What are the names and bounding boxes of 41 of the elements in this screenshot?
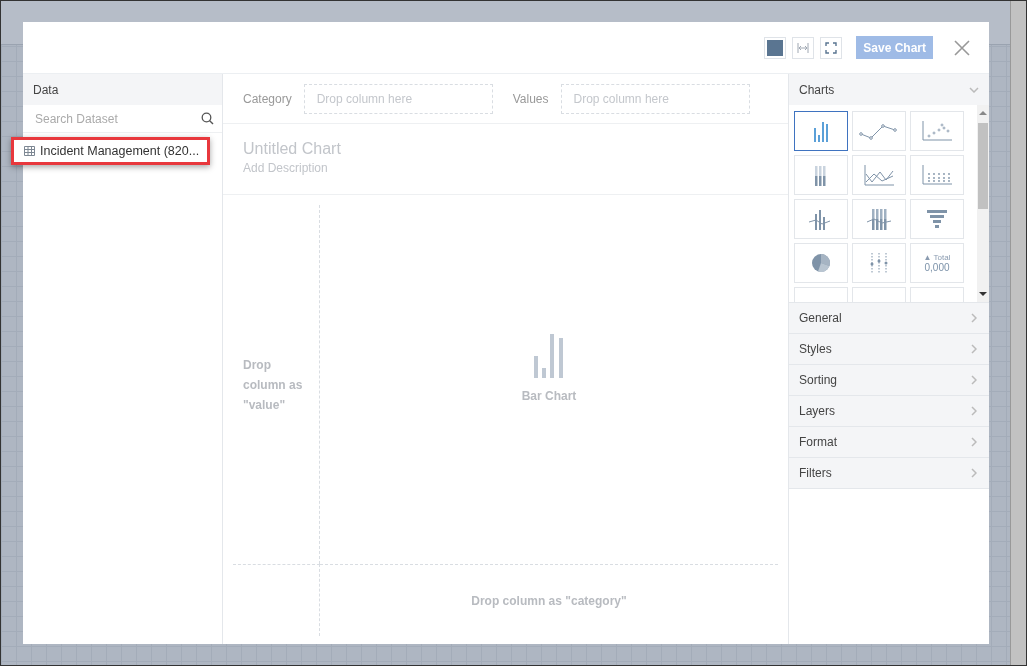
page-scrollbar[interactable] <box>1010 1 1026 665</box>
settings-section[interactable]: Format <box>789 427 989 458</box>
search-field[interactable]: Search Dataset <box>23 105 222 133</box>
fullscreen-button[interactable] <box>820 36 843 59</box>
tile-scrollbar[interactable] <box>977 105 989 302</box>
fit-width-icon <box>797 42 810 53</box>
table-icon <box>24 146 35 156</box>
chevron-down-icon <box>969 86 979 93</box>
chart-type-tile[interactable] <box>794 111 848 151</box>
settings-section[interactable]: Sorting <box>789 365 989 396</box>
scatter-chart-icon <box>920 118 954 144</box>
color-button[interactable] <box>764 36 787 59</box>
values-label: Values <box>512 91 549 106</box>
close-icon[interactable] <box>953 38 971 57</box>
chevron-right-icon <box>971 375 977 385</box>
chevron-right-icon <box>971 406 977 416</box>
bar-chart-icon <box>534 333 564 378</box>
chart-type-label: Bar Chart <box>521 387 577 405</box>
data-title: Data <box>33 82 59 97</box>
scroll-up-icon[interactable] <box>979 109 987 117</box>
fit-width-button[interactable] <box>792 36 815 59</box>
chevron-right-icon <box>971 468 977 478</box>
total-value: 0,000 <box>924 262 950 273</box>
search-icon <box>201 112 214 125</box>
settings-section[interactable]: Layers <box>789 396 989 427</box>
charts-title: Charts <box>799 82 835 97</box>
category-label: Category <box>243 91 292 106</box>
charts-panel-header[interactable]: Charts <box>789 74 989 105</box>
chevron-right-icon <box>971 437 977 447</box>
settings-section[interactable]: Styles <box>789 334 989 365</box>
total-caption: ▲ Total <box>923 253 951 262</box>
settings-section[interactable]: Filters <box>789 458 989 489</box>
chevron-right-icon <box>971 344 977 354</box>
settings-section[interactable]: General <box>789 303 989 334</box>
area-chart-icon <box>862 162 896 188</box>
chevron-right-icon <box>971 313 977 323</box>
fullscreen-icon <box>825 41 838 54</box>
dataset-item[interactable]: Incident Management (820... <box>11 137 211 165</box>
stacked-combo-icon <box>864 206 894 232</box>
dot-plot-icon <box>920 162 954 188</box>
scroll-down-icon[interactable] <box>979 290 987 298</box>
